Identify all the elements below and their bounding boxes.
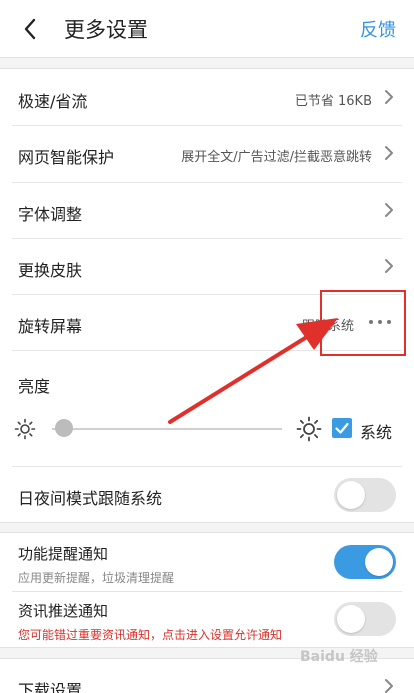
- annotation-arrow-icon: [168, 318, 338, 424]
- watermark-logo: Baidu 经验: [300, 649, 378, 665]
